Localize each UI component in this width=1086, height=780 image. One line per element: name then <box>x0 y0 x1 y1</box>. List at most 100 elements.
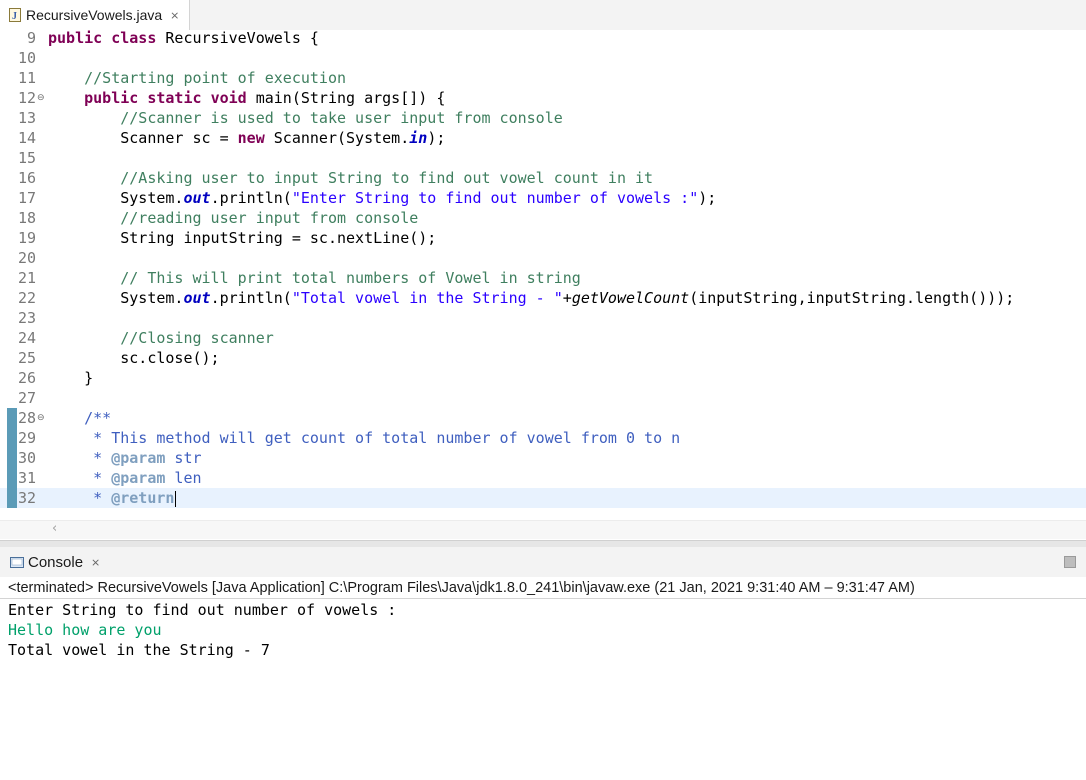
code-token: @param <box>111 469 166 487</box>
close-icon[interactable]: ⨯ <box>91 556 100 569</box>
horizontal-scrollbar[interactable]: ‹ <box>0 520 1086 539</box>
console-tab-label: Console <box>28 553 84 571</box>
code-token: * This method will get count of total nu… <box>93 429 681 447</box>
code-token: str <box>165 449 202 467</box>
code-line[interactable]: 15 <box>0 148 1086 168</box>
line-number: 14 <box>17 129 36 147</box>
console-output-line: Enter String to find out number of vowel… <box>8 601 397 619</box>
code-line[interactable]: 22 System.out.println("Total vowel in th… <box>0 288 1086 308</box>
code-line[interactable]: 28 ⊖ /** <box>0 408 1086 428</box>
code-token: RecursiveVowels { <box>156 30 319 47</box>
code-token: // This will print total numbers of Vowe… <box>120 269 581 287</box>
code-line[interactable]: 29 * This method will get count of total… <box>0 428 1086 448</box>
code-line[interactable]: 11 //Starting point of execution <box>0 68 1086 88</box>
line-number: 18 <box>17 209 36 227</box>
code-token: System. <box>48 289 184 307</box>
code-text: //Closing scanner <box>48 328 274 348</box>
code-token: //Asking user to input String to find ou… <box>120 169 654 187</box>
editor-tab-bar: J RecursiveVowels.java ⨯ <box>0 0 1086 31</box>
code-token: main(String args[]) { <box>246 89 446 107</box>
code-token: new <box>237 129 265 147</box>
code-line[interactable]: 31 * @param len <box>0 468 1086 488</box>
code-text: /** <box>48 408 111 428</box>
code-text: public class RecursiveVowels { <box>48 30 319 48</box>
line-number: 20 <box>17 249 36 267</box>
line-number: 21 <box>17 269 36 287</box>
code-line[interactable]: 32 * @return <box>0 488 1086 508</box>
text-caret <box>175 490 177 507</box>
line-number: 17 <box>17 189 36 207</box>
code-line[interactable]: 21 // This will print total numbers of V… <box>0 268 1086 288</box>
fold-toggle-icon[interactable]: ⊖ <box>37 408 45 428</box>
code-token: class <box>111 30 157 47</box>
code-line[interactable]: 19 String inputString = sc.nextLine(); <box>0 228 1086 248</box>
code-token: ); <box>698 189 717 207</box>
code-line[interactable]: 27 <box>0 388 1086 408</box>
line-number: 32 <box>17 489 36 507</box>
code-token: static <box>147 89 202 107</box>
console-icon <box>10 556 24 568</box>
code-token: @param <box>111 449 166 467</box>
close-icon[interactable]: ⨯ <box>170 9 179 22</box>
code-text: String inputString = sc.nextLine(); <box>48 228 436 248</box>
code-line[interactable]: 30 * @param str <box>0 448 1086 468</box>
code-line[interactable]: 9 public class RecursiveVowels { <box>0 30 1086 48</box>
code-text: * @param len <box>48 468 201 488</box>
code-token: @return <box>111 489 175 507</box>
line-number: 11 <box>17 69 36 87</box>
code-text: System.out.println("Enter String to find… <box>48 188 716 208</box>
code-token: sc.close(); <box>48 349 220 367</box>
line-number: 16 <box>17 169 36 187</box>
svg-text:J: J <box>12 11 17 22</box>
line-number: 25 <box>17 349 36 367</box>
code-token: //Scanner is used to take user input fro… <box>120 109 563 127</box>
stop-icon[interactable] <box>1064 556 1076 568</box>
code-line[interactable]: 10 <box>0 48 1086 68</box>
line-number: 10 <box>17 49 36 67</box>
line-number: 23 <box>17 309 36 327</box>
code-editor[interactable]: 9 public class RecursiveVowels {10 11 //St… <box>0 30 1086 540</box>
code-line[interactable]: 14 Scanner sc = new Scanner(System.in); <box>0 128 1086 148</box>
code-line[interactable]: 17 System.out.println("Enter String to f… <box>0 188 1086 208</box>
code-text: * @return <box>48 488 177 508</box>
code-text: * @param str <box>48 448 202 468</box>
code-line[interactable]: 25 sc.close(); <box>0 348 1086 368</box>
console-output[interactable]: Enter String to find out number of vowel… <box>0 600 1086 780</box>
panel-splitter[interactable] <box>0 540 1086 547</box>
code-token: //Starting point of execution <box>84 69 347 87</box>
code-token: Scanner sc = <box>48 129 238 147</box>
code-line[interactable]: 13 //Scanner is used to take user input … <box>0 108 1086 128</box>
code-line[interactable]: 24 //Closing scanner <box>0 328 1086 348</box>
code-line[interactable]: 18 //reading user input from console <box>0 208 1086 228</box>
console-input-line: Hello how are you <box>8 621 162 639</box>
code-token: System. <box>48 189 184 207</box>
editor-tab-recursivevowels[interactable]: J RecursiveVowels.java ⨯ <box>0 0 190 30</box>
code-line[interactable]: 20 <box>0 248 1086 268</box>
code-text: } <box>48 368 93 388</box>
line-number: 22 <box>17 289 36 307</box>
code-line[interactable]: 12 ⊖ public static void main(String args[… <box>0 88 1086 108</box>
code-text: //reading user input from console <box>48 208 418 228</box>
code-token: "Total vowel in the String - " <box>291 289 563 307</box>
scroll-left-icon[interactable]: ‹ <box>52 521 57 536</box>
line-number: 29 <box>17 429 36 447</box>
console-tab[interactable]: Console ⨯ <box>0 547 100 577</box>
line-number: 9 <box>26 30 36 47</box>
code-token: public <box>48 30 103 47</box>
code-line[interactable]: 26 } <box>0 368 1086 388</box>
code-line[interactable]: 16 //Asking user to input String to find… <box>0 168 1086 188</box>
code-line[interactable]: 23 <box>0 308 1086 328</box>
code-lines: 9 public class RecursiveVowels {10 11 //St… <box>0 30 1086 508</box>
code-token: public <box>84 89 139 107</box>
code-text: //Starting point of execution <box>48 68 346 88</box>
fold-toggle-icon[interactable]: ⊖ <box>37 88 45 108</box>
code-text: sc.close(); <box>48 348 220 368</box>
